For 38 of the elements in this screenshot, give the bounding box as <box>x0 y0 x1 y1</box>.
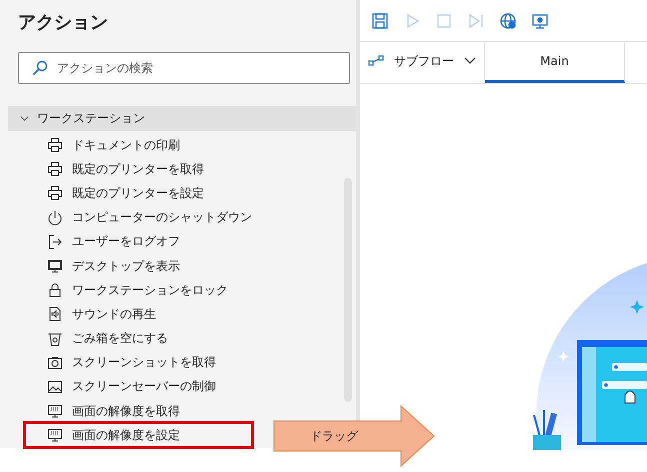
tab[interactable]: Main <box>485 42 625 83</box>
panel-title: アクション <box>17 11 109 35</box>
action-item[interactable]: ドキュメントの印刷 <box>8 133 264 158</box>
sound-icon <box>47 306 63 322</box>
bin-icon <box>47 330 63 347</box>
web-button[interactable] <box>498 10 518 30</box>
chevron-icon <box>20 114 29 123</box>
save-button[interactable] <box>370 10 390 30</box>
action-item[interactable]: ユーザーをログオフ <box>8 230 264 254</box>
display-icon <box>47 403 63 420</box>
desktop-icon <box>47 258 63 274</box>
group-label: ワークステーション <box>37 110 145 127</box>
action-item[interactable]: 画面の解像度を設定 <box>25 423 252 448</box>
tab[interactable]: サブフロー <box>360 42 485 83</box>
action-item[interactable]: 既定のプリンターを取得 <box>8 157 264 182</box>
power-icon <box>47 210 63 226</box>
camera-icon <box>47 354 63 371</box>
action-item[interactable]: スクリーンショットを取得 <box>8 350 264 375</box>
action-item[interactable]: ごみ箱を空にする <box>8 326 264 351</box>
search-field[interactable]: アクションの検索 <box>18 52 350 84</box>
arrow-label: ドラッグ <box>310 428 358 444</box>
subflow-icon <box>368 55 384 67</box>
group-header[interactable]: ワークステーション <box>8 106 356 131</box>
image-icon <box>47 378 63 395</box>
printer-icon <box>47 161 63 178</box>
action-item[interactable]: 既定のプリンターを設定 <box>8 181 264 206</box>
lock-icon <box>47 282 63 298</box>
action-item[interactable]: 画面の解像度を取得 <box>8 399 264 424</box>
action-item[interactable]: デスクトップを表示 <box>8 254 264 278</box>
action-item[interactable]: スクリーンセーバーの制御 <box>8 374 264 400</box>
logoff-icon <box>47 234 63 250</box>
action-item[interactable]: ワークステーションをロック <box>8 278 264 302</box>
display-icon <box>47 427 63 444</box>
action-item[interactable]: コンピューターのシャットダウン <box>8 206 264 230</box>
printer-icon <box>47 185 63 202</box>
action-item[interactable]: サウンドの再生 <box>8 302 264 326</box>
chevron-icon <box>464 57 476 65</box>
printer-icon <box>47 137 63 154</box>
